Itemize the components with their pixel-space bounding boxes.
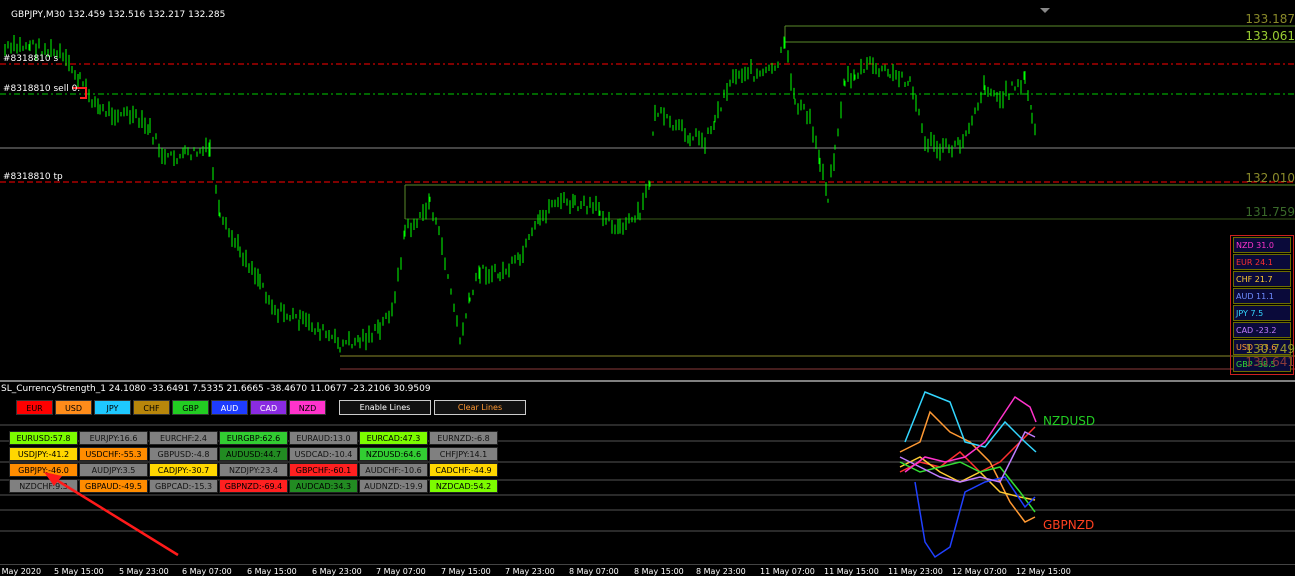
pair-cell[interactable]: USDCAD:-10.4 [289,447,358,461]
symbol-header: GBPJPY,M30 132.459 132.516 132.217 132.2… [11,10,226,20]
strength-line [899,456,1036,501]
metatrader-chart-window: GBPJPY,M30 132.459 132.516 132.217 132.2… [0,0,1295,576]
pair-cell[interactable]: GBPUSD:-4.8 [149,447,218,461]
ranking-row: AUD 11.1 [1233,288,1291,304]
price-label-130641: 130.641 [1245,355,1295,369]
order-label-2: #8318810 sell 0. [3,84,81,94]
pair-cell[interactable]: EURGBP:62.6 [219,431,288,445]
price-label-131759: 131.759 [1245,205,1295,219]
ranking-row: CAD -23.2 [1233,322,1291,338]
pair-cell[interactable]: GBPCHF:-60.1 [289,463,358,477]
ranking-row: NZD 31.0 [1233,237,1291,253]
pair-cell[interactable]: GBPNZD:-69.4 [219,479,288,493]
strength-line [904,391,1037,453]
pair-cell[interactable]: AUDNZD:-19.9 [359,479,428,493]
price-label-133187: 133.187 [1245,12,1295,26]
pair-cell[interactable]: NZDJPY:23.4 [219,463,288,477]
pair-cell[interactable]: NZDUSD:64.6 [359,447,428,461]
pair-cell[interactable]: EURCAD:47.3 [359,431,428,445]
strength-line-series [899,391,1037,559]
pair-cell[interactable]: CHFJPY:14.1 [429,447,498,461]
strength-line [899,461,1036,513]
pair-label-top: NZDUSD [1043,414,1096,428]
pair-cell[interactable]: AUDCAD:34.3 [289,479,358,493]
pair-label-bottom: GBPNZD [1043,518,1095,532]
chart-shift-marker-icon[interactable] [1040,8,1050,13]
pair-cell[interactable]: AUDCHF:-10.6 [359,463,428,477]
pair-cell[interactable]: CADCHF:-44.9 [429,463,498,477]
ranking-row: JPY 7.5 [1233,305,1291,321]
order-label-1: #8318810 s [3,54,59,64]
pair-cell[interactable]: USDJPY:-41.2 [9,447,78,461]
ranking-row: CHF 21.7 [1233,271,1291,287]
price-chart[interactable] [0,0,1295,380]
pair-cell[interactable]: EURAUD:13.0 [289,431,358,445]
pair-cell[interactable]: EURJPY:16.6 [79,431,148,445]
pair-cell[interactable]: NZDCAD:54.2 [429,479,498,493]
annotation-arrow-icon [44,472,179,557]
pair-cell[interactable]: EURCHF:2.4 [149,431,218,445]
pair-cell[interactable]: EURNZD:-6.8 [429,431,498,445]
ranking-row: EUR 24.1 [1233,254,1291,270]
pair-cell[interactable]: AUDUSD:44.7 [219,447,288,461]
tp-label: #8318810 tp [3,172,63,182]
pair-cell[interactable]: EURUSD:57.8 [9,431,78,445]
price-label-133061: 133.061 [1245,29,1295,43]
price-label-132010: 132.010 [1245,171,1295,185]
x-axis [0,564,1295,565]
candlestick-series [4,34,1036,353]
pair-cell[interactable]: USDCHF:-55.3 [79,447,148,461]
